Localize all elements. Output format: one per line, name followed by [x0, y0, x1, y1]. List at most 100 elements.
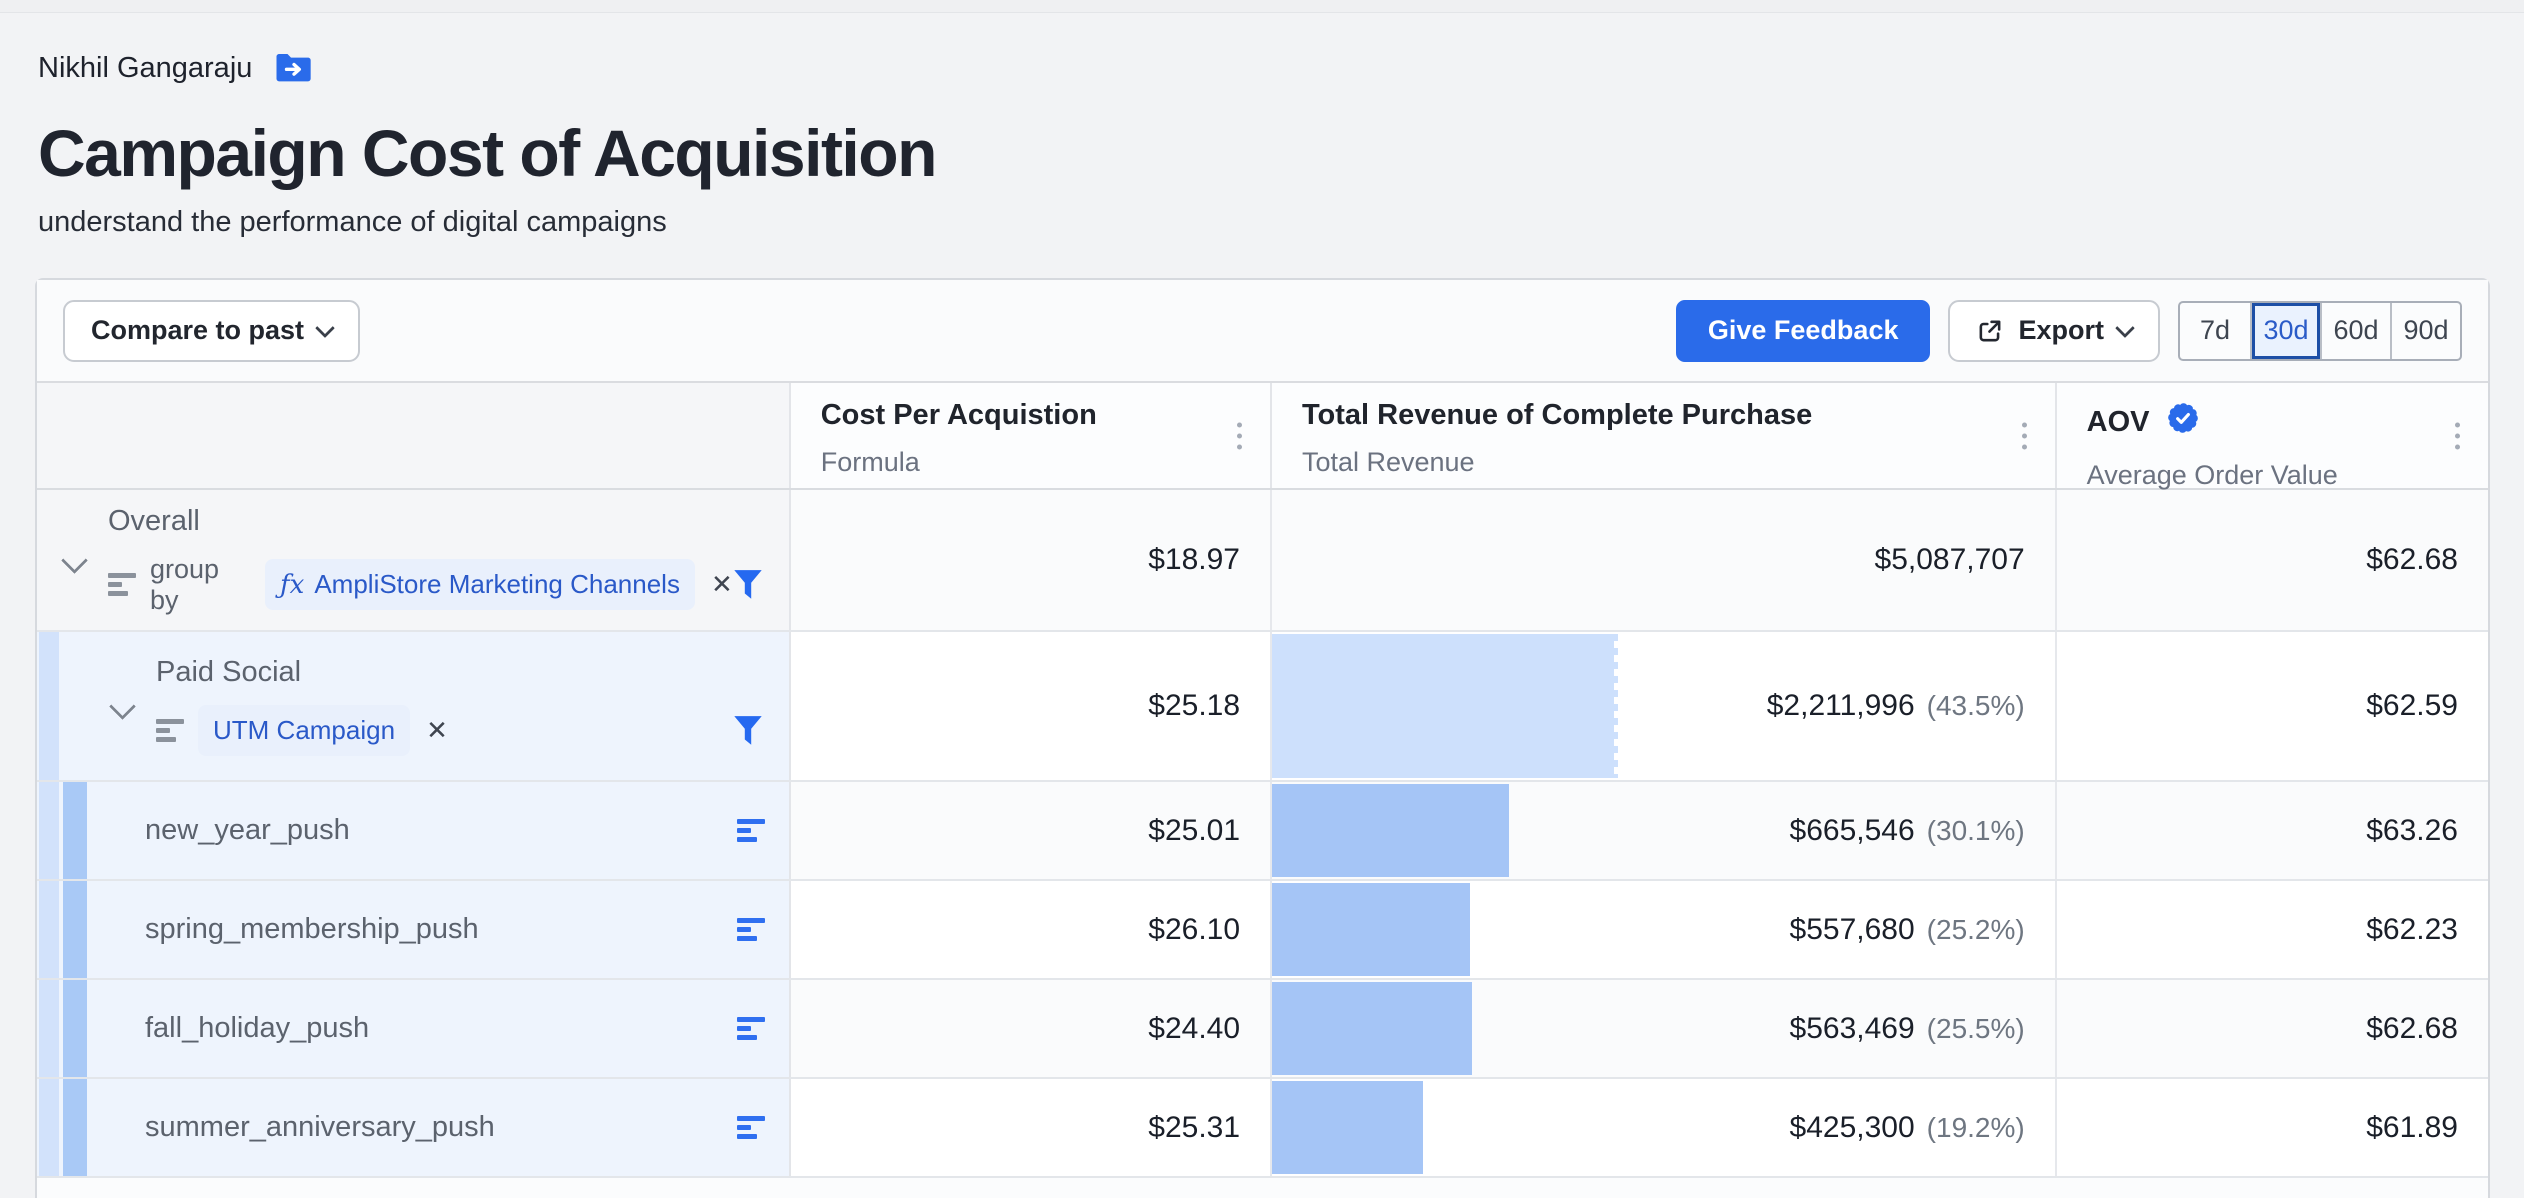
- report-card: Compare to past Give Feedback Export 7d3…: [35, 278, 2490, 1198]
- table-body: Overall group by ƒx AmpliStore Marketing Ch…: [37, 490, 2488, 1178]
- compare-to-past-label: Compare to past: [91, 315, 304, 346]
- column-menu-kebab-icon[interactable]: [2449, 416, 2466, 455]
- chevron-down-icon: [315, 318, 335, 338]
- column-title: Total Revenue of Complete Purchase: [1302, 399, 2055, 432]
- formula-fx-icon: ƒx: [280, 570, 304, 600]
- row-label: summer_anniversary_push: [145, 1111, 495, 1144]
- indent-stripe: [63, 980, 87, 1077]
- column-subtitle: Formula: [821, 447, 1270, 478]
- cpa-cell: $25.18: [791, 632, 1272, 780]
- cpa-cell: $24.40: [791, 980, 1272, 1077]
- table-row: Paid SocialUTM Campaign✕$25.18$2,211,996…: [37, 632, 2488, 782]
- revenue-value: $5,087,707: [1875, 543, 2025, 577]
- column-menu-kebab-icon[interactable]: [1231, 416, 1248, 455]
- indent-stripe: [39, 980, 59, 1077]
- row-label: Overall: [108, 505, 789, 538]
- aov-cell: $61.89: [2057, 1079, 2488, 1176]
- group-by-chip-label: UTM Campaign: [213, 715, 395, 746]
- group-by-label: group by: [150, 554, 251, 616]
- filter-funnel-icon[interactable]: [733, 715, 763, 747]
- column-title: AOV: [2087, 399, 2488, 445]
- breakdown-bars-icon: [108, 573, 136, 596]
- breadcrumb: Nikhil Gangaraju: [38, 45, 2524, 91]
- indent-stripe: [39, 632, 59, 780]
- column-title-text: Cost Per Acquistion: [821, 399, 1097, 432]
- close-icon[interactable]: ✕: [711, 569, 733, 600]
- aov-cell: $62.59: [2057, 632, 2488, 780]
- table-row: Overall group by ƒx AmpliStore Marketing Ch…: [37, 490, 2488, 632]
- revenue-value: $425,300: [1790, 1111, 1915, 1145]
- group-by-chip[interactable]: UTM Campaign: [198, 705, 410, 756]
- table-header-row: Cost Per AcquistionFormulaTotal Revenue …: [37, 383, 2488, 490]
- aov-value: $62.59: [2366, 689, 2458, 723]
- chevron-down-icon: [2115, 318, 2135, 338]
- date-range-90d[interactable]: 90d: [2390, 303, 2460, 359]
- page-header: Nikhil Gangaraju Campaign Cost of Acquis…: [38, 45, 2524, 239]
- page-title: Campaign Cost of Acquisition: [38, 117, 2524, 190]
- table-row: spring_membership_push$26.10$557,680(25.…: [37, 881, 2488, 980]
- toolbar-right-group: Give Feedback Export 7d30d60d90d: [1676, 300, 2462, 362]
- filter-funnel-icon[interactable]: [733, 569, 763, 601]
- breakdown-bars-icon[interactable]: [737, 1017, 765, 1040]
- revenue-cell: $2,211,996 (43.5%): [1272, 632, 2057, 780]
- aov-cell: $62.68: [2057, 490, 2488, 630]
- column-header-3: AOVAverage Order Value: [2057, 383, 2488, 488]
- row-label-cell: Overall group by ƒx AmpliStore Marketing Ch…: [37, 490, 791, 630]
- page-subtitle: understand the performance of digital ca…: [38, 206, 2524, 239]
- revenue-bar: [1272, 982, 1472, 1075]
- cpa-cell: $18.97: [791, 490, 1272, 630]
- group-by-chip-label: AmpliStore Marketing Channels: [314, 569, 680, 600]
- aov-value: $61.89: [2366, 1111, 2458, 1145]
- revenue-bar: [1272, 784, 1509, 877]
- row-label: new_year_push: [145, 814, 350, 847]
- row-label-group: Paid Social UTM Campaign ✕: [156, 656, 789, 756]
- revenue-value: $2,211,996: [1767, 689, 1915, 723]
- column-menu-kebab-icon[interactable]: [2016, 416, 2033, 455]
- give-feedback-button[interactable]: Give Feedback: [1676, 300, 1931, 362]
- revenue-value: $563,469: [1790, 1012, 1915, 1046]
- revenue-cell: $5,087,707: [1272, 490, 2057, 630]
- aov-value: $63.26: [2366, 814, 2458, 848]
- breakdown-bars-icon: [156, 719, 184, 742]
- table-row: fall_holiday_push $24.40 $563,469 (25.5%) $6…: [37, 980, 2488, 1079]
- aov-value: $62.68: [2366, 1012, 2458, 1046]
- row-label-cell: fall_holiday_push: [37, 980, 791, 1077]
- row-meta: UTM Campaign ✕: [156, 705, 789, 756]
- row-label-cell: summer_anniversary_push: [37, 1079, 791, 1176]
- group-by-chip[interactable]: ƒx AmpliStore Marketing Channels: [265, 559, 695, 610]
- expand-chevron-icon[interactable]: [61, 547, 88, 574]
- move-to-folder-icon[interactable]: [274, 51, 314, 85]
- revenue-percent: (25.5%): [1927, 1013, 2025, 1045]
- row-label-group: Overall group by ƒx AmpliStore Marketing Ch…: [108, 505, 789, 616]
- indent-stripe: [39, 782, 59, 879]
- column-title: Cost Per Acquistion: [821, 399, 1270, 432]
- breakdown-bars-icon[interactable]: [737, 819, 765, 842]
- row-label: fall_holiday_push: [145, 1012, 369, 1045]
- close-icon[interactable]: ✕: [426, 715, 448, 746]
- cpa-cell: $25.01: [791, 782, 1272, 879]
- aov-cell: $63.26: [2057, 782, 2488, 879]
- verified-badge-icon: [2164, 399, 2202, 445]
- indent-stripe: [63, 782, 87, 879]
- date-range-control: 7d30d60d90d: [2178, 301, 2462, 361]
- row-label: spring_membership_push: [145, 913, 479, 946]
- date-range-30d[interactable]: 30d: [2250, 303, 2320, 359]
- breadcrumb-owner[interactable]: Nikhil Gangaraju: [38, 52, 252, 85]
- indent-stripe: [63, 1079, 87, 1176]
- compare-to-past-button[interactable]: Compare to past: [63, 300, 360, 362]
- column-header-1: Cost Per Acquistion Formula: [791, 383, 1272, 488]
- revenue-value: $665,546: [1790, 814, 1915, 848]
- column-header-2: Total Revenue of Complete Purchase Total …: [1272, 383, 2057, 488]
- row-label: Paid Social: [156, 656, 789, 689]
- expand-chevron-icon[interactable]: [109, 693, 136, 720]
- column-title-text: Total Revenue of Complete Purchase: [1302, 399, 1812, 432]
- date-range-60d[interactable]: 60d: [2320, 303, 2390, 359]
- breakdown-bars-icon[interactable]: [737, 1116, 765, 1139]
- date-range-7d[interactable]: 7d: [2180, 303, 2250, 359]
- row-label-cell: new_year_push: [37, 782, 791, 879]
- aov-value: $62.68: [2366, 543, 2458, 577]
- breakdown-bars-icon[interactable]: [737, 918, 765, 941]
- revenue-percent: (43.5%): [1927, 690, 2025, 722]
- export-button[interactable]: Export: [1948, 300, 2160, 362]
- column-subtitle: Total Revenue: [1302, 447, 2055, 478]
